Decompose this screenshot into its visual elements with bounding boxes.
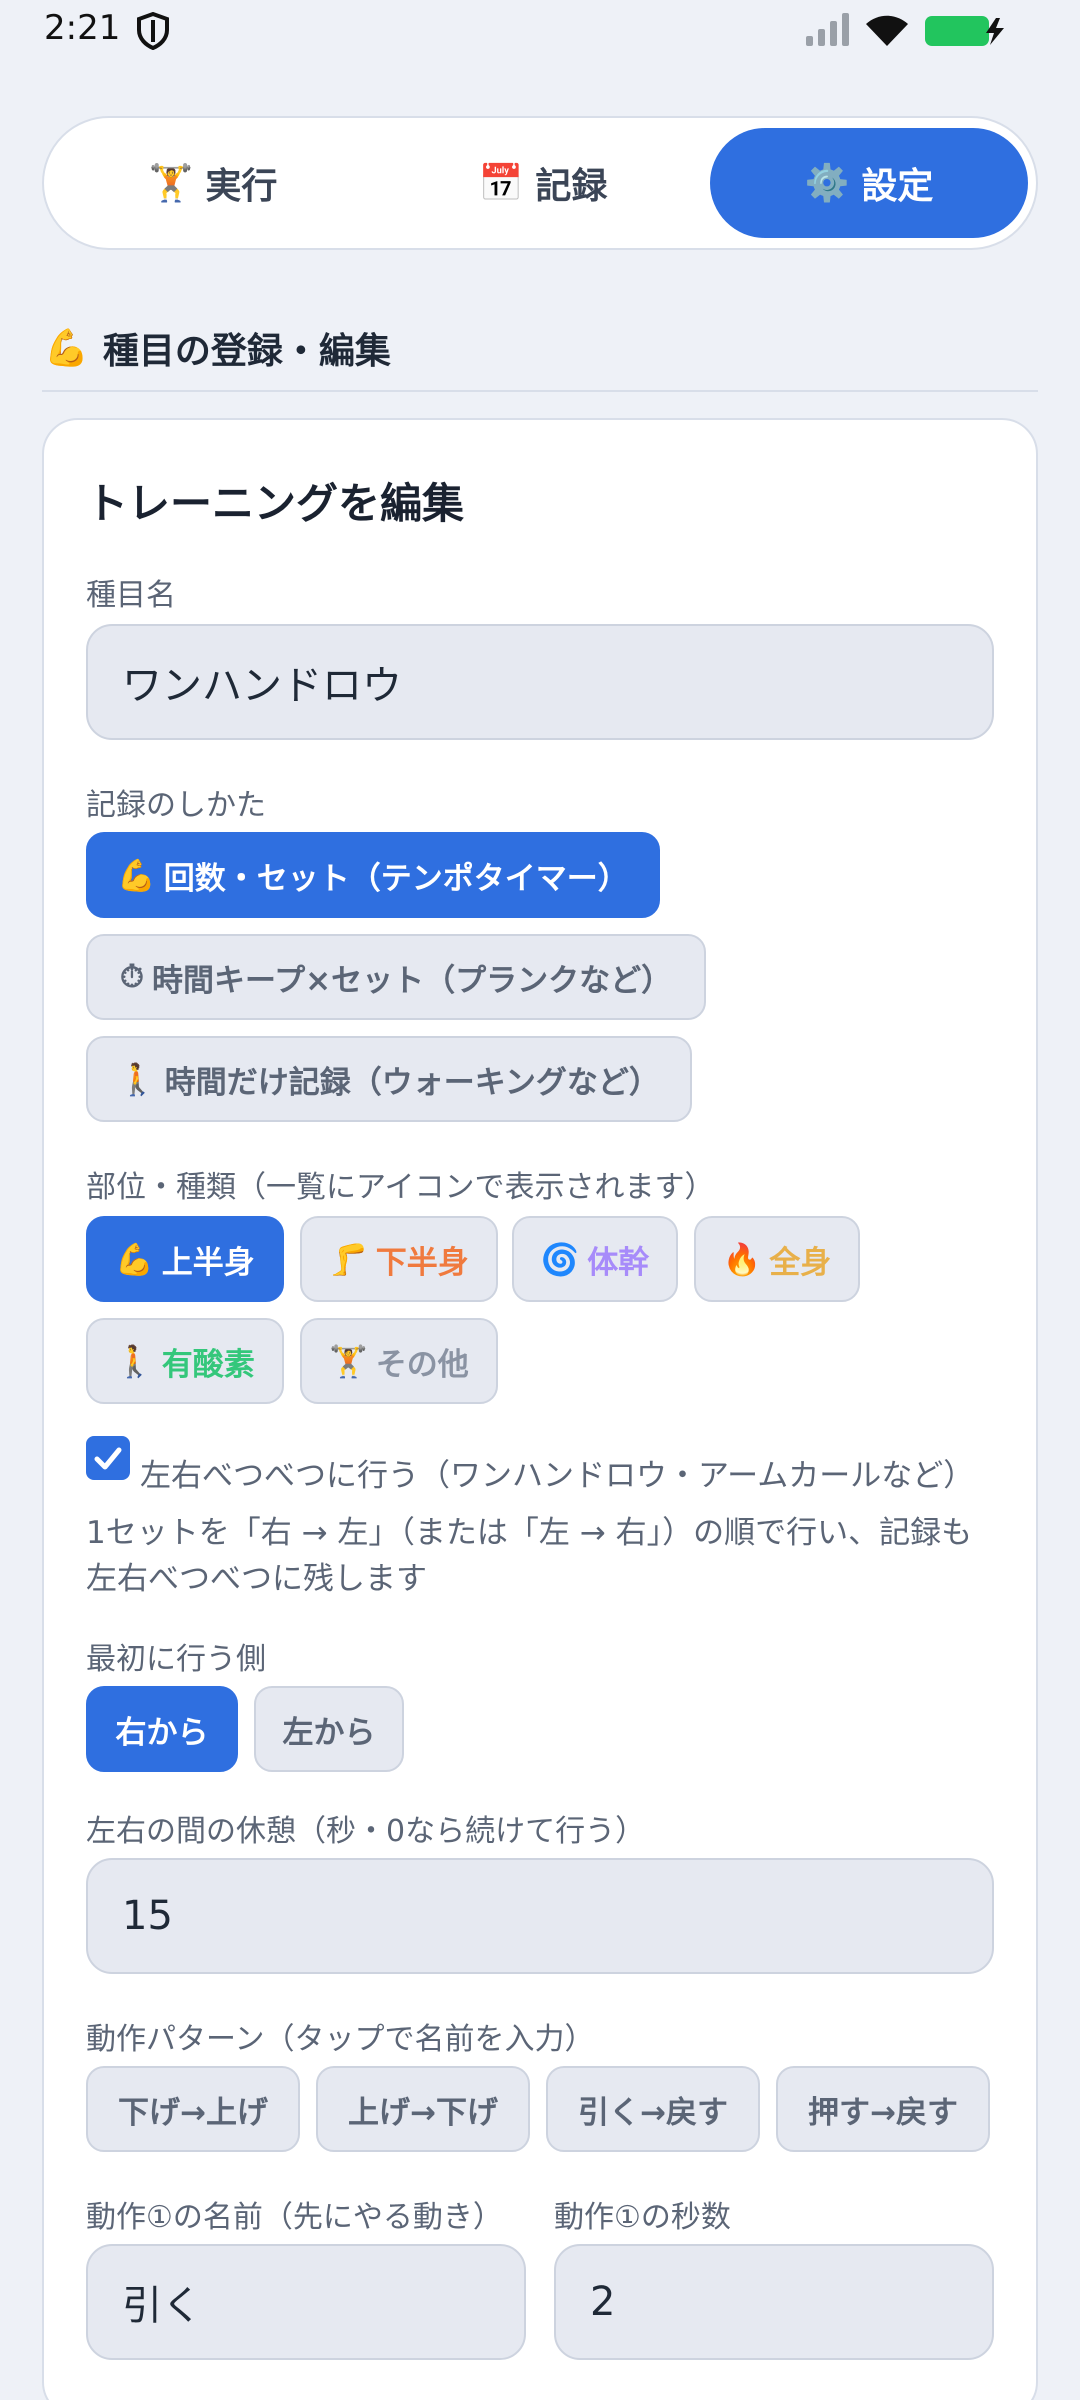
rest-seconds-input[interactable]: 15 bbox=[86, 1858, 994, 1974]
weightlifter-icon: 🏋️ bbox=[329, 1343, 368, 1380]
first-side-label: 最初に行う側 bbox=[86, 1642, 266, 1677]
status-bar: 2:21 bbox=[0, 0, 1080, 64]
flexed-biceps-icon: 💪 bbox=[117, 857, 156, 894]
part-cardio-label: 有酸素 bbox=[161, 1346, 255, 1383]
left-right-checkbox[interactable] bbox=[86, 1436, 130, 1480]
section-title-text: 種目の登録・編集 bbox=[102, 331, 391, 372]
part-core-label: 体幹 bbox=[587, 1244, 650, 1281]
part-full-body-label: 全身 bbox=[769, 1244, 832, 1281]
tab-records-label: 記録 bbox=[535, 166, 608, 207]
pattern-pull-return[interactable]: 引く→戻す bbox=[546, 2066, 760, 2152]
signal-icon bbox=[806, 13, 849, 46]
pattern-down-up[interactable]: 下げ→上げ bbox=[86, 2066, 300, 2152]
section-divider bbox=[42, 390, 1038, 392]
part-other-label: その他 bbox=[375, 1346, 469, 1383]
pattern-up-down[interactable]: 上げ→下げ bbox=[316, 2066, 530, 2152]
check-icon bbox=[94, 1447, 122, 1470]
calendar-icon: 📅 bbox=[478, 163, 524, 204]
stopwatch-icon: ⏱ bbox=[119, 958, 145, 995]
pattern-push-return[interactable]: 押す→戻す bbox=[776, 2066, 990, 2152]
tab-run[interactable]: 🏋️ 実行 bbox=[54, 128, 372, 238]
exercise-name-label: 種目名 bbox=[86, 578, 176, 613]
flexed-biceps-icon: 💪 bbox=[115, 1241, 154, 1278]
wifi-icon bbox=[866, 15, 908, 46]
flexed-biceps-icon: 💪 bbox=[44, 328, 89, 369]
body-part-label: 部位・種類（一覧にアイコンで表示されます） bbox=[86, 1170, 715, 1205]
left-right-checkbox-label: 左右べつべつに行う（ワンハンドロウ・アームカールなど） bbox=[140, 1458, 975, 1494]
pattern-label: 動作パターン（タップで名前を入力） bbox=[86, 2022, 595, 2057]
leg-icon: 🦵 bbox=[329, 1241, 368, 1278]
exercise-name-input[interactable]: ワンハンドロウ bbox=[86, 624, 994, 740]
part-upper-body-label: 上半身 bbox=[161, 1244, 255, 1281]
main-tab-bar: 🏋️ 実行 📅 記録 ⚙️ 設定 bbox=[42, 116, 1038, 250]
rest-label: 左右の間の休憩（秒・0なら続けて行う） bbox=[86, 1814, 646, 1849]
tab-settings[interactable]: ⚙️ 設定 bbox=[710, 128, 1028, 238]
record-option-reps-label: 回数・セット（テンポタイマー） bbox=[163, 860, 629, 897]
fire-icon: 🔥 bbox=[722, 1241, 762, 1278]
walking-person-icon: 🚶 bbox=[115, 1343, 154, 1380]
status-time: 2:21 bbox=[44, 8, 121, 48]
tab-run-label: 実行 bbox=[205, 166, 278, 207]
part-lower-body-label: 下半身 bbox=[375, 1244, 469, 1281]
motion1-name-label: 動作①の名前（先にやる動き） bbox=[86, 2200, 503, 2235]
weightlifter-icon: 🏋️ bbox=[148, 163, 194, 204]
first-side-left[interactable]: 左から bbox=[254, 1686, 404, 1772]
record-option-time-label: 時間だけ記録（ウォーキングなど） bbox=[164, 1064, 660, 1101]
tab-records[interactable]: 📅 記録 bbox=[384, 128, 702, 238]
battery-charging-icon bbox=[925, 16, 1004, 46]
part-cardio[interactable]: 🚶 有酸素 bbox=[86, 1318, 284, 1404]
tab-settings-label: 設定 bbox=[861, 166, 934, 207]
part-lower-body[interactable]: 🦵 下半身 bbox=[300, 1216, 498, 1302]
record-option-reps[interactable]: 💪 回数・セット（テンポタイマー） bbox=[86, 832, 660, 918]
left-right-note-line2: 左右べつべつに残します bbox=[86, 1561, 427, 1597]
walking-person-icon: 🚶 bbox=[118, 1061, 157, 1098]
motion1-name-input[interactable]: 引く bbox=[86, 2244, 526, 2360]
part-full-body[interactable]: 🔥 全身 bbox=[694, 1216, 860, 1302]
left-right-note-line1: 1セットを「右 → 左」（または「左 → 右」）の順で行い、記録も bbox=[86, 1515, 973, 1551]
record-option-hold[interactable]: ⏱ 時間キープ×セット（プランクなど） bbox=[86, 934, 706, 1020]
record-option-time[interactable]: 🚶 時間だけ記録（ウォーキングなど） bbox=[86, 1036, 692, 1122]
gear-icon: ⚙️ bbox=[804, 163, 850, 204]
motion1-seconds-label: 動作①の秒数 bbox=[554, 2200, 731, 2235]
section-title: 💪 種目の登録・編集 bbox=[44, 322, 391, 374]
part-core[interactable]: 🌀 体幹 bbox=[512, 1216, 678, 1302]
motion1-seconds-input[interactable]: 2 bbox=[554, 2244, 994, 2360]
first-side-right[interactable]: 右から bbox=[86, 1686, 238, 1772]
cyclone-icon: 🌀 bbox=[540, 1241, 580, 1278]
part-upper-body[interactable]: 💪 上半身 bbox=[86, 1216, 284, 1302]
record-option-hold-label: 時間キープ×セット（プランクなど） bbox=[152, 962, 673, 999]
card-title: トレーニングを編集 bbox=[86, 479, 465, 528]
shield-icon bbox=[137, 12, 169, 50]
record-method-label: 記録のしかた bbox=[86, 788, 266, 823]
part-other[interactable]: 🏋️ その他 bbox=[300, 1318, 498, 1404]
